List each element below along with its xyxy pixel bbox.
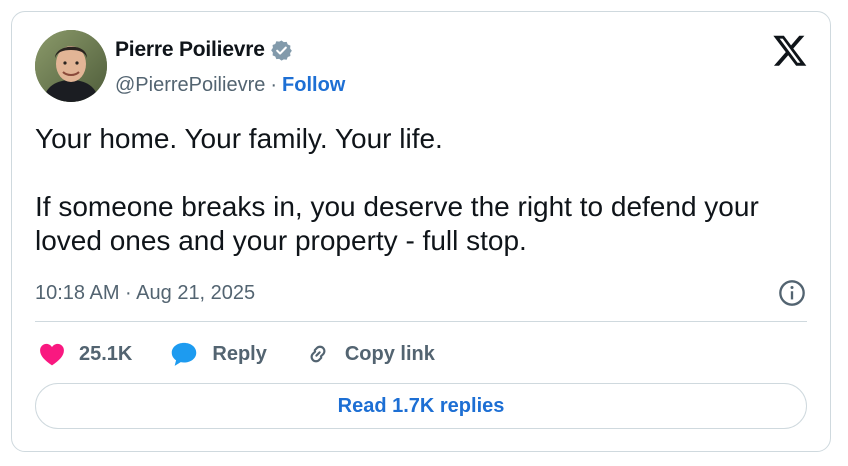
follow-link[interactable]: Follow — [282, 74, 345, 97]
reply-bubble-icon — [170, 341, 198, 367]
handle-separator: · — [270, 73, 278, 96]
tweet-embed-card: Pierre Poilievre @PierrePoilievre · Foll… — [11, 11, 831, 452]
like-button[interactable]: 25.1K — [39, 342, 132, 366]
link-icon — [305, 341, 331, 367]
read-replies-button[interactable]: Read 1.7K replies — [35, 383, 807, 429]
tweet-text: Your home. Your family. Your life. If so… — [35, 123, 759, 256]
x-logo-icon[interactable] — [772, 32, 808, 68]
author-handle-row: @PierrePoilievre · Follow — [115, 71, 345, 99]
tweet-meta: 10:18 AM · Aug 21, 2025 — [35, 278, 255, 308]
avatar-photo — [35, 30, 107, 102]
copy-link-label: Copy link — [344, 342, 435, 365]
author-display-name[interactable]: Pierre Poilievre — [115, 38, 265, 62]
author-handle[interactable]: @PierrePoilievre — [115, 74, 265, 97]
verified-badge-icon — [270, 39, 293, 62]
reply-button[interactable]: Reply — [170, 341, 267, 367]
like-count: 25.1K — [79, 342, 133, 365]
tweet-timestamp[interactable]: 10:18 AM · Aug 21, 2025 — [35, 282, 255, 305]
heart-icon — [39, 342, 65, 366]
divider — [35, 321, 807, 322]
copy-link-button[interactable]: Copy link — [305, 341, 435, 367]
author-name-row: Pierre Poilievre — [115, 36, 293, 64]
reply-label: Reply — [212, 342, 267, 365]
author-avatar[interactable] — [35, 30, 107, 102]
tweet-actions: 25.1K Reply Copy link — [39, 337, 473, 371]
info-icon[interactable] — [778, 279, 806, 307]
